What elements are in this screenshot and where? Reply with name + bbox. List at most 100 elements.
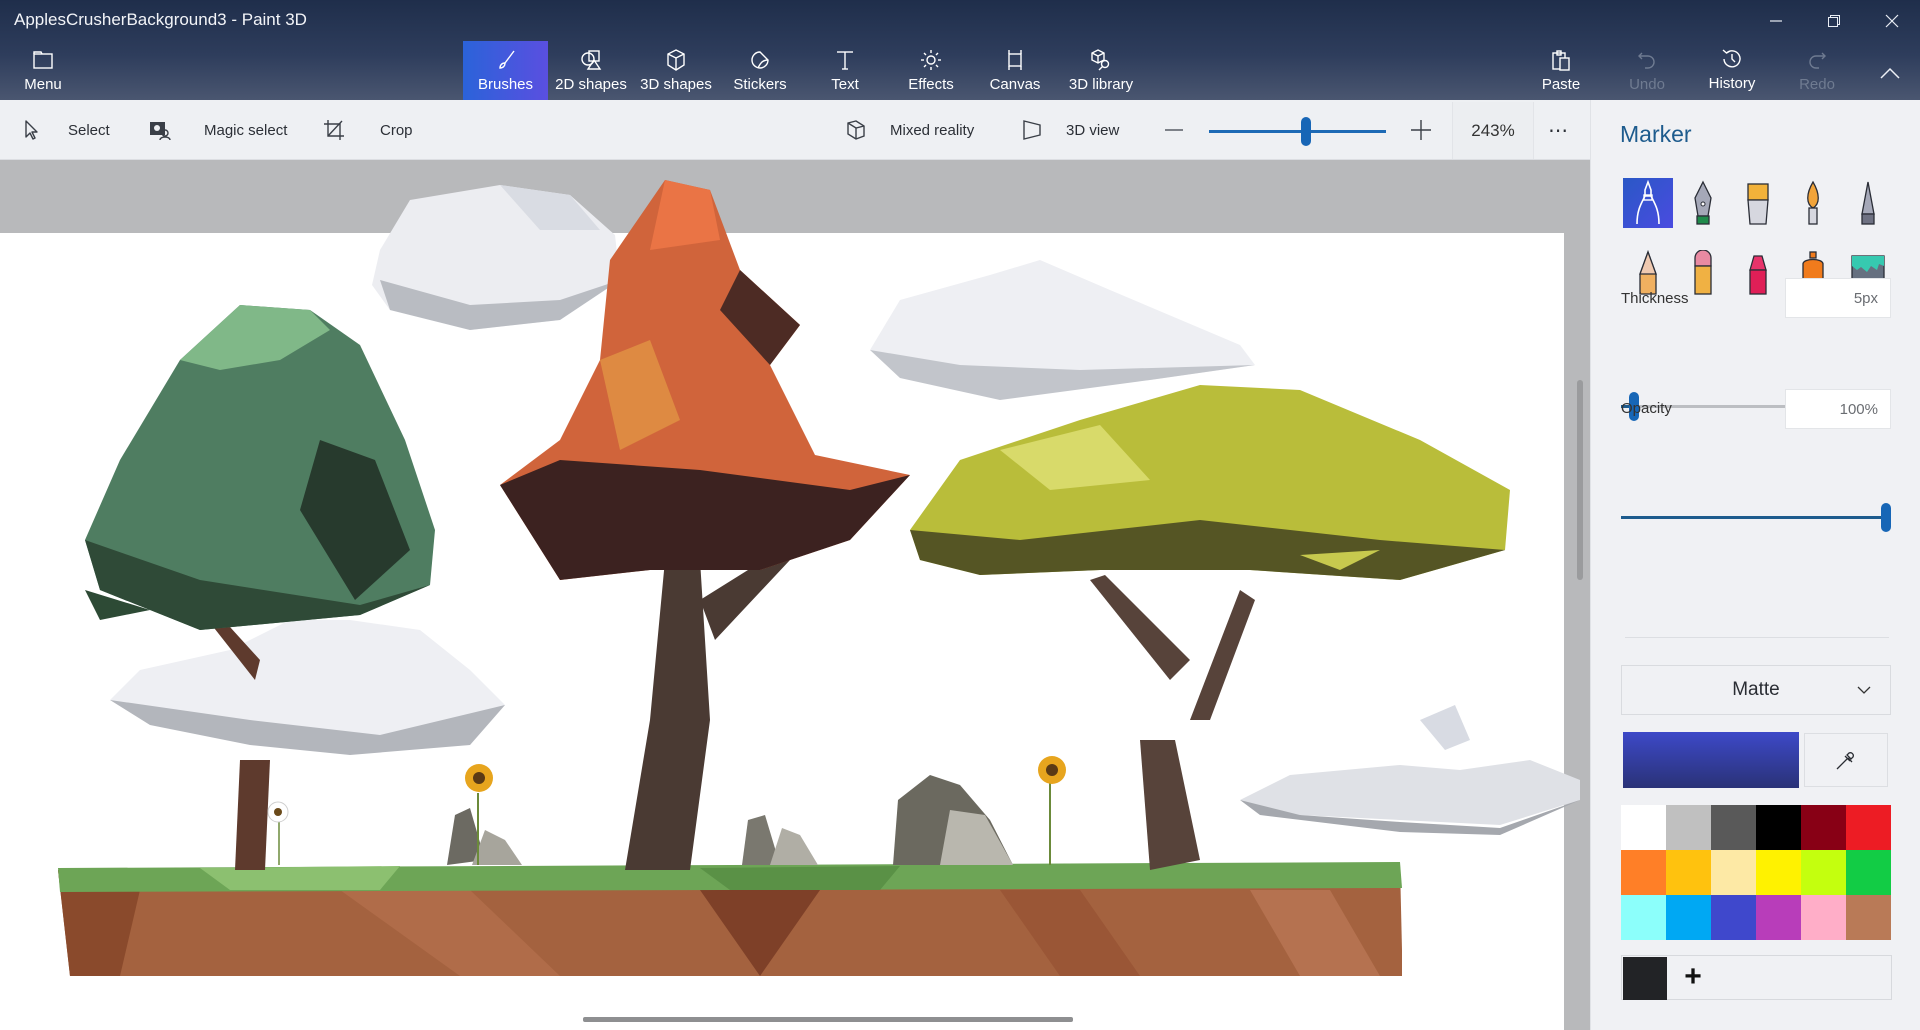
- tab-label: 3D library: [1068, 76, 1134, 93]
- color-swatch[interactable]: [1756, 850, 1801, 895]
- menu-label: Menu: [24, 76, 62, 93]
- color-swatch[interactable]: [1801, 895, 1846, 940]
- daisy: [267, 801, 289, 865]
- menu-button[interactable]: Menu: [14, 41, 72, 100]
- crop-tool[interactable]: Crop: [320, 100, 413, 160]
- tab-3d-shapes[interactable]: 3D shapes: [636, 41, 716, 100]
- history-icon: [1719, 46, 1745, 72]
- zoom-slider-track[interactable]: [1209, 130, 1386, 133]
- canvas-workspace[interactable]: [0, 160, 1590, 1030]
- thickness-input[interactable]: 5px: [1785, 278, 1891, 318]
- brush-oil[interactable]: [1733, 178, 1783, 228]
- mixed-reality-icon: [842, 116, 870, 144]
- color-swatch[interactable]: [1621, 895, 1666, 940]
- chevron-down-icon: [1857, 686, 1871, 694]
- calligraphy-pen-icon: [1694, 180, 1712, 225]
- sun-icon: [918, 47, 944, 73]
- tab-stickers[interactable]: Stickers: [725, 41, 795, 100]
- 3d-view-icon: [1018, 116, 1046, 144]
- add-color-button[interactable]: +: [1677, 960, 1709, 993]
- select-tool[interactable]: Select: [18, 100, 110, 160]
- action-label: History: [1708, 75, 1756, 92]
- sunflower: [1038, 756, 1066, 865]
- current-color-swatch[interactable]: [1623, 732, 1799, 788]
- color-swatch[interactable]: [1666, 895, 1711, 940]
- tab-canvas[interactable]: Canvas: [982, 41, 1048, 100]
- color-swatch[interactable]: [1666, 805, 1711, 850]
- action-label: Paste: [1541, 76, 1581, 93]
- 3d-view-button[interactable]: 3D view: [1018, 100, 1119, 160]
- floating-island: [58, 862, 1402, 976]
- history-button[interactable]: History: [1705, 41, 1759, 100]
- minimize-button[interactable]: [1748, 6, 1804, 36]
- redo-icon: [1804, 47, 1830, 73]
- opacity-input[interactable]: 100%: [1785, 389, 1891, 429]
- horizontal-scrollbar[interactable]: [583, 1017, 1073, 1022]
- restore-button[interactable]: [1806, 6, 1862, 36]
- tab-3d-library[interactable]: 3D library: [1063, 41, 1139, 100]
- green-tree: [85, 305, 435, 870]
- text-icon: [832, 47, 858, 73]
- color-swatch[interactable]: [1756, 805, 1801, 850]
- zoom-slider-thumb[interactable]: [1301, 117, 1311, 146]
- scene-illustration[interactable]: [0, 160, 1590, 1030]
- color-swatch[interactable]: [1666, 850, 1711, 895]
- action-label: Redo: [1799, 76, 1835, 93]
- zoom-percentage[interactable]: 243%: [1452, 102, 1534, 159]
- tab-label: Brushes: [477, 76, 534, 93]
- 2d-shapes-icon: [578, 47, 604, 73]
- color-swatch[interactable]: [1711, 895, 1756, 940]
- mixed-reality-button[interactable]: Mixed reality: [842, 100, 974, 160]
- color-swatch[interactable]: [1711, 805, 1756, 850]
- color-swatch[interactable]: [1846, 805, 1891, 850]
- more-options-button[interactable]: ⋯: [1548, 100, 1570, 160]
- folder-icon: [30, 47, 56, 73]
- redo-button[interactable]: Redo: [1795, 41, 1839, 100]
- brush-watercolor[interactable]: [1788, 178, 1838, 228]
- plus-icon: [1411, 120, 1431, 140]
- close-button[interactable]: [1864, 6, 1920, 36]
- paste-button[interactable]: Paste: [1537, 41, 1585, 100]
- custom-color-swatch[interactable]: [1623, 957, 1667, 1000]
- magic-select-tool[interactable]: Magic select: [146, 100, 287, 160]
- brush-crayon[interactable]: [1733, 248, 1783, 298]
- color-swatch[interactable]: [1621, 850, 1666, 895]
- opacity-value: 100%: [1839, 400, 1878, 418]
- opacity-slider[interactable]: [1621, 503, 1891, 532]
- brush-pixel-pen[interactable]: [1843, 178, 1893, 228]
- color-swatch[interactable]: [1756, 895, 1801, 940]
- eyedropper-button[interactable]: [1804, 733, 1888, 787]
- zoom-out-button[interactable]: [1163, 100, 1185, 160]
- opacity-slider-thumb[interactable]: [1881, 503, 1891, 532]
- thickness-value: 5px: [1853, 289, 1878, 307]
- brush-settings-panel: Marker Thickness 5px Opacity 100% Matte …: [1590, 100, 1920, 1030]
- magic-select-label: Magic select: [204, 121, 288, 139]
- mixed-reality-label: Mixed reality: [890, 121, 975, 139]
- tab-text[interactable]: Text: [815, 41, 875, 100]
- vertical-scrollbar[interactable]: [1577, 380, 1583, 580]
- ellipsis-icon: ⋯: [1548, 119, 1570, 142]
- paint3d-window: ApplesCrusherBackground3 - Paint 3D Menu…: [0, 0, 1920, 1030]
- color-swatch[interactable]: [1711, 850, 1756, 895]
- color-palette: [1621, 805, 1891, 940]
- finish-dropdown[interactable]: Matte: [1621, 665, 1891, 715]
- color-swatch[interactable]: [1846, 850, 1891, 895]
- collapse-ribbon-button[interactable]: [1862, 58, 1918, 88]
- brush-calligraphy-pen[interactable]: [1678, 178, 1728, 228]
- tab-label: Stickers: [733, 76, 787, 93]
- cursor-icon: [18, 116, 46, 144]
- tab-effects[interactable]: Effects: [895, 41, 967, 100]
- undo-button[interactable]: Undo: [1625, 41, 1669, 100]
- tab-2d-shapes[interactable]: 2D shapes: [551, 41, 631, 100]
- color-swatch[interactable]: [1801, 805, 1846, 850]
- undo-icon: [1634, 47, 1660, 73]
- brush-marker[interactable]: [1623, 178, 1673, 228]
- clipboard-icon: [1548, 47, 1574, 73]
- color-swatch[interactable]: [1621, 805, 1666, 850]
- color-swatch[interactable]: [1846, 895, 1891, 940]
- zoom-in-button[interactable]: [1409, 100, 1433, 160]
- color-swatch[interactable]: [1801, 850, 1846, 895]
- tab-label: 2D shapes: [555, 76, 627, 93]
- close-icon: [1885, 14, 1899, 28]
- tab-brushes[interactable]: Brushes: [463, 41, 548, 100]
